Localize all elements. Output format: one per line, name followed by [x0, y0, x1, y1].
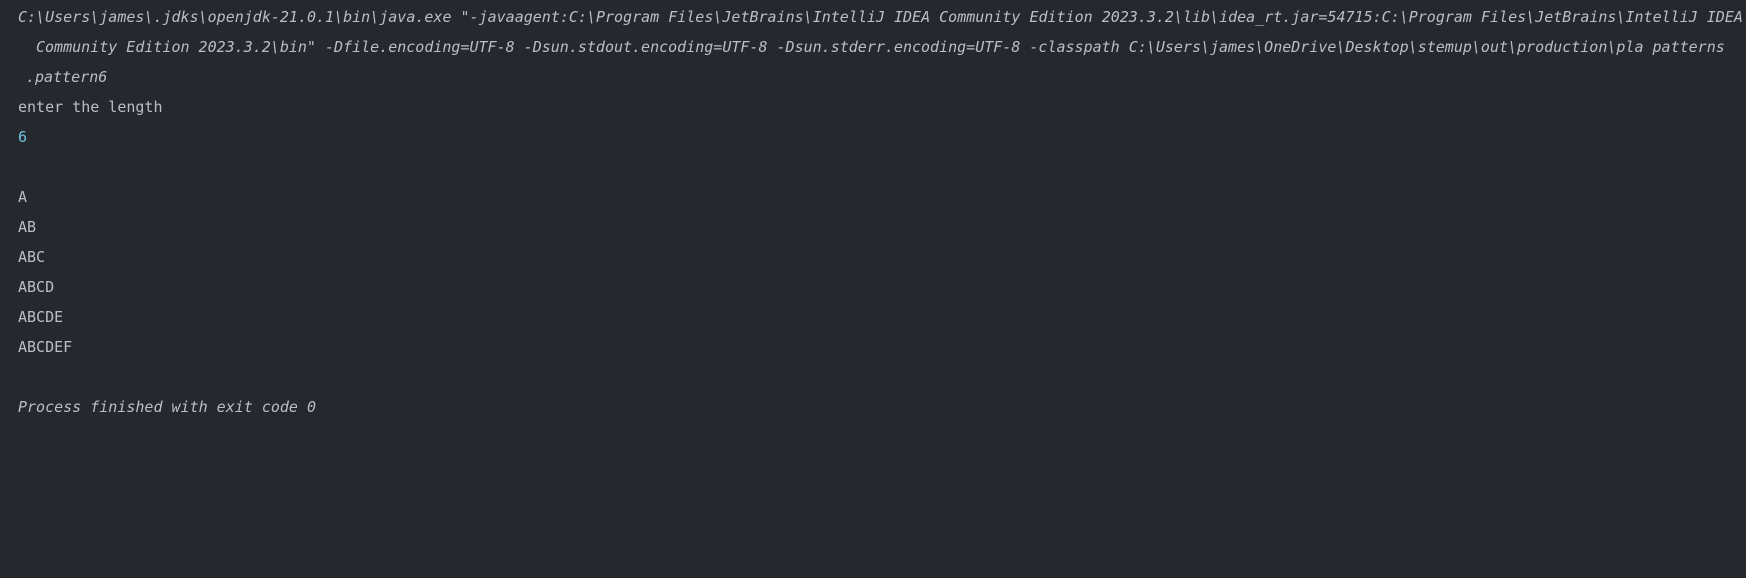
- input-prompt: enter the length: [18, 98, 163, 116]
- command-line-3: .pattern6: [26, 68, 108, 86]
- output-line: ABC: [18, 248, 46, 266]
- command-line-1: C:\Users\james\.jdks\openjdk-21.0.1\bin\…: [18, 8, 1743, 26]
- command-line-2: Community Edition 2023.3.2\bin" -Dfile.e…: [36, 38, 1725, 56]
- output-line: ABCD: [18, 278, 55, 296]
- run-console[interactable]: C:\Users\james\.jdks\openjdk-21.0.1\bin\…: [0, 0, 1746, 578]
- output-line: A: [18, 188, 28, 206]
- output-line: ABCDE: [18, 308, 64, 326]
- exit-message: Process finished with exit code 0: [18, 398, 317, 416]
- output-line: ABCDEF: [18, 338, 73, 356]
- user-input-echo: 6: [18, 128, 28, 146]
- output-line: AB: [18, 218, 37, 236]
